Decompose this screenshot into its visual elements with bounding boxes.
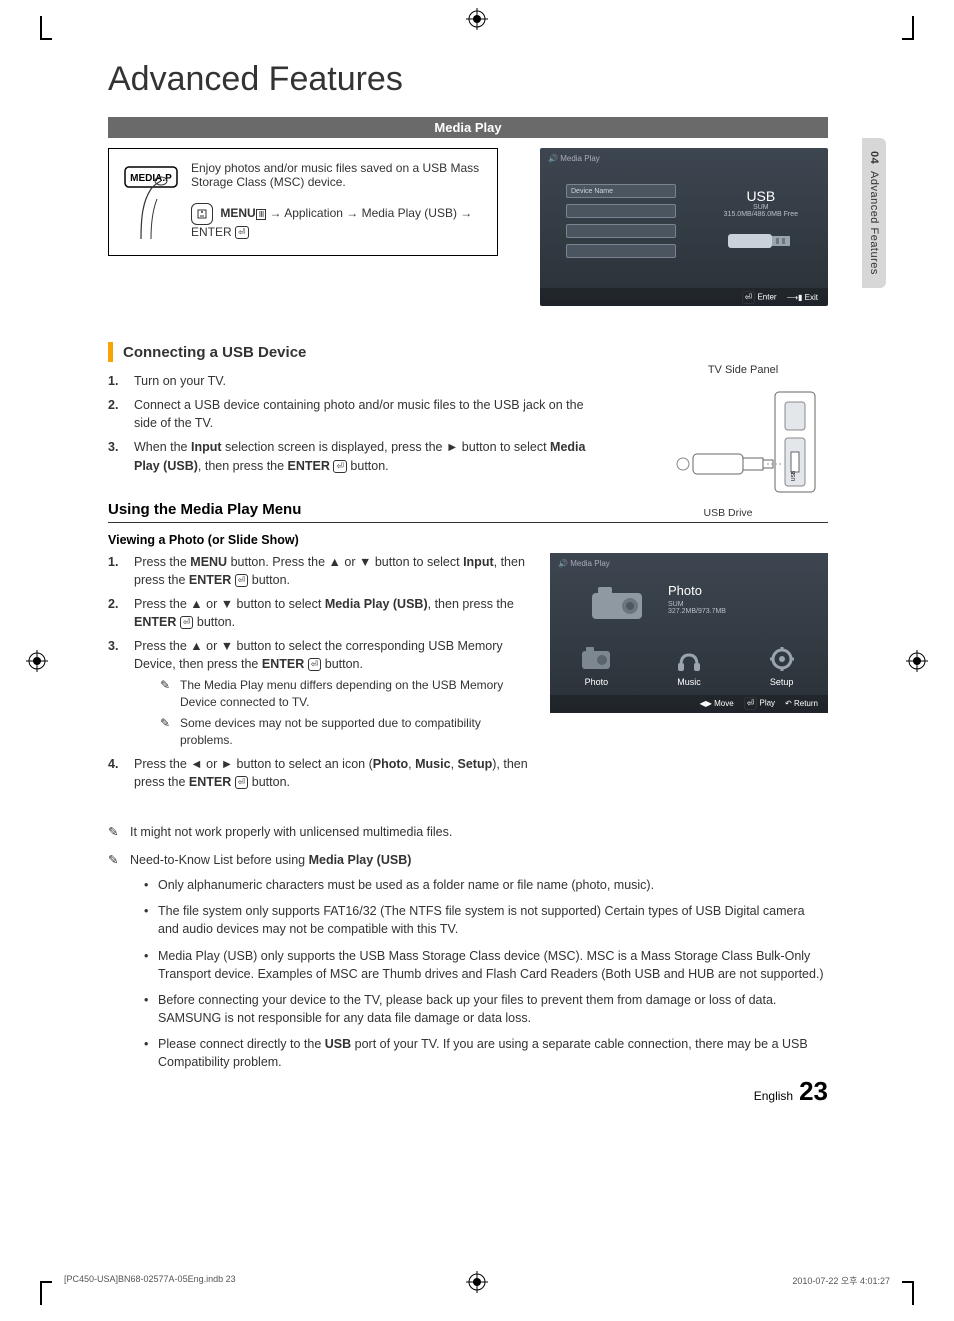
divider [108, 522, 828, 523]
screen-media-play-devices: 🔊 Media Play Device Name USB SUM 315.0MB… [540, 148, 828, 306]
connect-steps: 1.Turn on your TV. 2.Connect a USB devic… [108, 372, 608, 475]
intro-paragraph: Enjoy photos and/or music files saved on… [191, 161, 485, 189]
hand-note-icon: ✎ [160, 715, 174, 749]
list-item: Press the ◄ or ► button to select an ico… [134, 755, 528, 791]
svg-text:USB: USB [791, 470, 797, 481]
connecting-heading: Connecting a USB Device [123, 344, 306, 361]
page-footer: English 23 [754, 1076, 828, 1107]
enter-hint: ⏎ Enter [742, 291, 777, 304]
intro-box: MEDIA.P Enjoy photos and/or music files … [108, 148, 498, 256]
chapter-number: 04 [868, 151, 880, 164]
tile-music: Music [673, 645, 705, 687]
document-footer: [PC450-USA]BN68-02577A-05Eng.indb 23 201… [64, 1274, 890, 1287]
list-item: Press the MENU button. Press the ▲ or ▼ … [134, 553, 528, 589]
side-tab: 04 Advanced Features [862, 138, 886, 288]
list-item: Media Play (USB) only supports the USB M… [144, 947, 828, 983]
device-row [566, 224, 676, 238]
viewing-photo-heading: Viewing a Photo (or Slide Show) [108, 533, 828, 547]
menu-icon [191, 203, 213, 225]
list-item: Before connecting your device to the TV,… [144, 991, 828, 1027]
menu-path: MENUⅢ → Application → Media Play (USB) →… [191, 203, 485, 239]
list-item: Only alphanumeric characters must be use… [144, 876, 828, 894]
device-row [566, 204, 676, 218]
tile-setup: Setup [766, 645, 798, 687]
using-steps: 1.Press the MENU button. Press the ▲ or … [108, 553, 528, 791]
device-row [566, 244, 676, 258]
list-item: Please connect directly to the USB port … [144, 1035, 828, 1071]
menu-symbol-icon: Ⅲ [256, 209, 267, 220]
device-row: Device Name [566, 184, 676, 198]
need-to-know-list: Only alphanumeric characters must be use… [144, 876, 828, 1071]
note-text: Need-to-Know List before using Media Pla… [130, 851, 411, 870]
usb-stick-icon [728, 226, 798, 256]
tv-side-panel-illustration: TV Side Panel USB USB Drive [658, 364, 828, 519]
screen-media-play-menu: 🔊 Media Play Photo SUM327.2MB/973.7MB Ph… [550, 553, 828, 713]
section-bar: Media Play [108, 117, 828, 138]
hand-note-icon: ✎ [160, 677, 174, 711]
list-item: When the Input selection screen is displ… [134, 438, 608, 474]
play-hint: ⏎ Play [744, 697, 775, 710]
remote-button-illustration: MEDIA.P [121, 161, 181, 241]
list-item: Connect a USB device containing photo an… [134, 396, 608, 432]
tile-photo: Photo [580, 645, 612, 687]
hand-note-icon: ✎ [108, 823, 124, 842]
enter-symbol-icon: ⏎ [235, 226, 249, 239]
usb-label: USB [724, 188, 798, 204]
section-marker-icon [108, 342, 113, 362]
chapter-name: Advanced Features [868, 171, 880, 275]
list-item: Turn on your TV. [134, 372, 608, 390]
list-item: Press the ▲ or ▼ button to select Media … [134, 595, 528, 631]
list-item: The file system only supports FAT16/32 (… [144, 902, 828, 938]
note-text: It might not work properly with unlicens… [130, 823, 452, 842]
return-hint: ↶ Return [785, 699, 818, 708]
hand-note-icon: ✎ [108, 851, 124, 870]
move-hint: ◀▶ Move [700, 699, 734, 708]
page-title: Advanced Features [108, 60, 828, 99]
camera-icon [588, 583, 648, 623]
list-item: Press the ▲ or ▼ button to select the co… [134, 637, 528, 748]
exit-hint: ⟶▮ Exit [787, 293, 818, 302]
